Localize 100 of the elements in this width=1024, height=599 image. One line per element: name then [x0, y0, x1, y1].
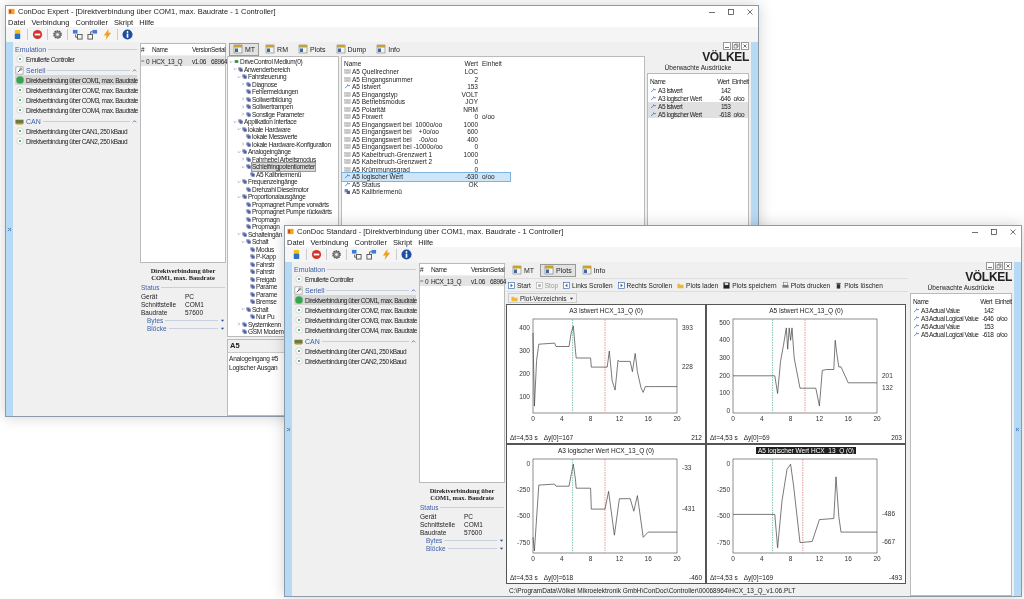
stop-icon[interactable] [32, 29, 43, 40]
chevron-down-icon[interactable] [229, 59, 233, 64]
status-dot-icon [295, 316, 303, 324]
document-icon [376, 44, 387, 54]
play-icon [508, 281, 515, 289]
restore-icon[interactable] [995, 262, 1003, 270]
stack-icon [238, 66, 243, 72]
probe-icon [650, 111, 657, 117]
cursor-line[interactable] [772, 459, 773, 553]
cursor-line[interactable] [604, 319, 606, 413]
caret-up-icon[interactable] [132, 67, 137, 73]
minimize-icon[interactable] [723, 42, 731, 50]
dock-arrow-icon[interactable] [1015, 426, 1020, 432]
gear-icon[interactable] [52, 29, 63, 40]
close-icon[interactable] [744, 7, 756, 16]
chevron-down-icon[interactable] [233, 119, 237, 124]
status-dot-icon [295, 326, 303, 334]
document-icon [335, 44, 346, 54]
status-dot-icon [295, 347, 303, 355]
logo: VÖLKEL [965, 270, 1012, 284]
close-icon[interactable] [1004, 262, 1012, 270]
close-icon[interactable] [741, 42, 749, 50]
chevron-right-icon[interactable] [241, 104, 245, 109]
stack-icon [250, 314, 255, 320]
chevron-right-icon[interactable] [241, 112, 245, 117]
cursor-line[interactable] [804, 319, 806, 413]
chevron-down-icon[interactable] [237, 232, 241, 237]
info-icon[interactable] [401, 249, 412, 260]
arrow-left-icon [563, 281, 571, 289]
probe-icon [913, 315, 920, 321]
chevron-right-icon[interactable] [241, 82, 245, 87]
folder-icon [677, 281, 685, 289]
chevron-right-icon[interactable] [241, 97, 245, 102]
chevron-right-icon[interactable] [241, 142, 245, 147]
caret-up-icon[interactable] [132, 118, 137, 124]
chevron-down-icon[interactable] [237, 127, 241, 132]
chevron-right-icon[interactable] [237, 322, 241, 327]
stop-icon[interactable] [311, 249, 322, 260]
chevron-down-icon[interactable] [237, 74, 241, 79]
chevron-down-icon[interactable] [233, 67, 237, 72]
document-icon [298, 44, 308, 54]
dock-arrow-icon[interactable] [7, 226, 12, 232]
document-icon [544, 265, 555, 275]
stack-icon [242, 329, 247, 335]
minimize-icon[interactable] [986, 262, 994, 270]
stack-icon [242, 321, 247, 327]
chevron-down-icon[interactable] [241, 307, 245, 312]
chevron-right-icon[interactable] [241, 157, 245, 162]
info-icon[interactable] [122, 29, 133, 40]
app-icon [8, 8, 15, 15]
folder-icon [511, 294, 518, 302]
dock-arrow-icon[interactable] [286, 426, 291, 432]
document-icon [512, 265, 522, 275]
caret-down-icon[interactable] [499, 538, 504, 543]
logo: VÖLKEL [702, 50, 749, 64]
transfer-icon[interactable] [351, 249, 362, 260]
device-icon[interactable] [12, 29, 23, 40]
chevron-down-icon[interactable] [237, 179, 241, 184]
caret-down-icon[interactable] [220, 318, 225, 323]
close-icon[interactable] [1007, 227, 1019, 236]
chevron-down-icon[interactable] [237, 194, 241, 199]
serial-port-icon [294, 285, 303, 295]
restore-icon[interactable] [732, 42, 740, 50]
controller-icon [141, 59, 145, 63]
cursor-line[interactable] [604, 459, 606, 553]
cursor-line[interactable] [772, 319, 773, 413]
status-dot-icon [16, 137, 24, 145]
status-dot-icon [16, 96, 24, 104]
transfer-icon[interactable] [87, 29, 98, 40]
lightning-icon[interactable] [102, 29, 113, 40]
probe-icon [650, 87, 657, 93]
probe-icon [344, 84, 351, 90]
cursor-line[interactable] [572, 319, 573, 413]
caret-up-icon[interactable] [411, 287, 416, 293]
caret-down-icon[interactable] [220, 326, 225, 331]
cursor-line[interactable] [802, 459, 804, 553]
cursor-line[interactable] [572, 459, 573, 553]
gear-icon[interactable] [331, 249, 342, 260]
app-icon [287, 228, 294, 235]
transfer-icon[interactable] [72, 29, 83, 40]
caret-up-icon[interactable] [411, 338, 416, 344]
caret-down-icon[interactable] [499, 546, 504, 551]
chevron-down-icon[interactable] [241, 164, 245, 169]
device-icon[interactable] [291, 249, 302, 260]
status-dot-icon [295, 275, 303, 283]
status-dot-icon [16, 55, 24, 63]
status-dot-icon [295, 357, 303, 365]
document-icon [265, 44, 276, 54]
maximize-icon[interactable] [988, 227, 1000, 236]
transfer-icon[interactable] [366, 249, 377, 260]
controller-icon [420, 279, 424, 283]
trash-icon [835, 281, 843, 289]
probe-icon [913, 307, 920, 313]
document-icon [233, 44, 243, 54]
chevron-down-icon[interactable] [237, 149, 241, 154]
status-dot-icon [16, 106, 24, 114]
chevron-down-icon[interactable] [241, 239, 245, 244]
lightning-icon[interactable] [381, 249, 392, 260]
chip-icon [234, 59, 239, 65]
maximize-icon[interactable] [725, 7, 737, 16]
